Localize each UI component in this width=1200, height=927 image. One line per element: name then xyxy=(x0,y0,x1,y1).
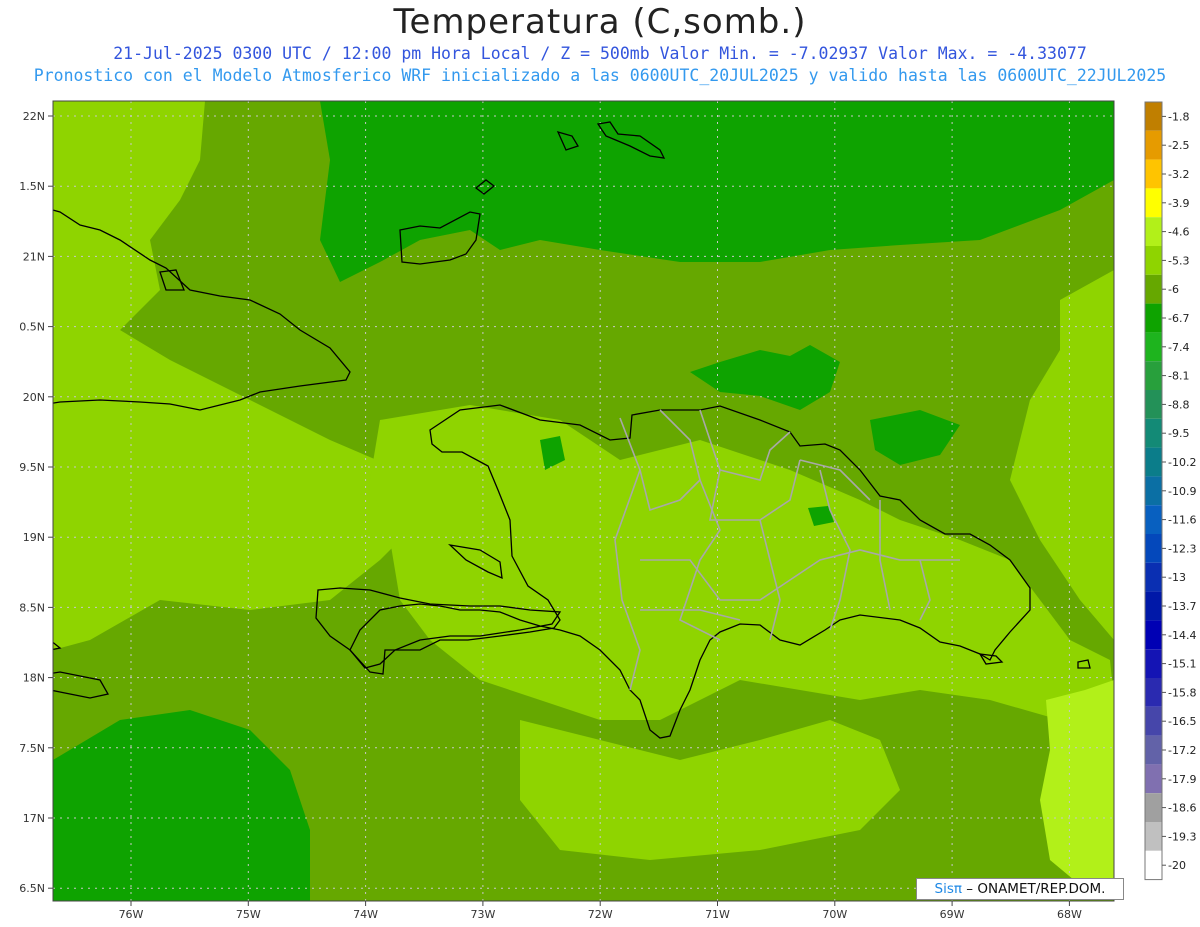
colorbar-label: -17.2 xyxy=(1168,744,1196,757)
lat-tick-label: 1.5N xyxy=(19,180,45,193)
colorbar-label: -17.9 xyxy=(1168,773,1196,786)
credit-text: – ONAMET/REP.DOM. xyxy=(966,881,1106,897)
lat-tick-label: 20N xyxy=(23,391,45,404)
lat-tick-label: 17N xyxy=(23,812,45,825)
lon-tick-label: 69W xyxy=(940,908,965,921)
colorbar-swatch xyxy=(1145,476,1162,506)
lon-tick-label: 76W xyxy=(119,908,144,921)
colorbar-label: -6 xyxy=(1168,283,1179,296)
colorbar-swatch xyxy=(1145,793,1162,822)
lon-tick-label: 68W xyxy=(1057,908,1082,921)
colorbar-swatch xyxy=(1145,217,1162,246)
colorbar-label: -3.9 xyxy=(1168,197,1189,210)
lat-tick-label: 8.5N xyxy=(19,601,45,614)
colorbar-label: -12.3 xyxy=(1168,542,1196,555)
credit-box: Sisπ – ONAMET/REP.DOM. xyxy=(916,878,1124,900)
colorbar-label: -13 xyxy=(1168,571,1186,584)
lon-tick-label: 75W xyxy=(236,908,261,921)
colorbar-swatch xyxy=(1145,361,1162,390)
colorbar-swatch xyxy=(1145,591,1162,621)
lat-tick-label: 7.5N xyxy=(19,742,45,755)
colorbar-label: -5.3 xyxy=(1168,254,1189,267)
colorbar-swatch xyxy=(1145,274,1162,304)
colorbar-label: -20 xyxy=(1168,859,1186,872)
colorbar-swatch xyxy=(1145,534,1162,563)
colorbar-swatch xyxy=(1145,418,1162,448)
colorbar-swatch xyxy=(1145,390,1162,419)
colorbar-swatch xyxy=(1145,649,1162,678)
colorbar-legend: -1.8 -2.5 -3.2 -3.9 -4.6 -5.3 -6 -6.7 -7.4 -8.1 -8… xyxy=(1144,101,1196,881)
colorbar-swatch xyxy=(1145,102,1162,131)
lat-tick-label: 19N xyxy=(23,531,45,544)
colorbar-label: -18.6 xyxy=(1168,802,1196,815)
colorbar-label: -15.1 xyxy=(1168,658,1196,671)
colorbar-label: -6.7 xyxy=(1168,312,1189,325)
lat-tick-label: 9.5N xyxy=(19,461,45,474)
colorbar-swatch xyxy=(1145,850,1162,880)
colorbar-swatch xyxy=(1145,735,1162,765)
colorbar-label: -2.5 xyxy=(1168,139,1189,152)
colorbar-swatch xyxy=(1145,562,1162,592)
lat-tick-label: 0.5N xyxy=(19,321,45,334)
longitude-axis: 76W 75W 74W 73W 72W 71W 70W 69W 68W xyxy=(119,901,1082,921)
colorbar-label: -3.2 xyxy=(1168,168,1189,181)
colorbar-swatch xyxy=(1145,246,1162,275)
colorbar-label: -4.6 xyxy=(1168,226,1189,239)
colorbar-swatch xyxy=(1145,159,1162,189)
lat-tick-label: 22N xyxy=(23,110,45,123)
lat-tick-label: 21N xyxy=(23,250,45,263)
credit-sis: Sisπ xyxy=(934,881,962,897)
colorbar-label: -19.3 xyxy=(1168,830,1196,843)
colorbar-swatch xyxy=(1145,678,1162,707)
colorbar-swatch xyxy=(1145,188,1162,218)
temperature-field xyxy=(53,101,1114,901)
warmest-shade-region xyxy=(1040,680,1114,885)
colorbar-swatch xyxy=(1145,332,1162,362)
colorbar-label: -10.2 xyxy=(1168,456,1196,469)
colorbar-label: -7.4 xyxy=(1168,341,1189,354)
colorbar-swatch xyxy=(1145,447,1162,477)
lon-tick-label: 71W xyxy=(705,908,730,921)
colorbar-label: -16.5 xyxy=(1168,715,1196,728)
lon-tick-label: 73W xyxy=(470,908,495,921)
colorbar-swatch xyxy=(1145,505,1162,534)
lon-tick-label: 72W xyxy=(588,908,613,921)
colorbar-label: -13.7 xyxy=(1168,600,1196,613)
latitude-axis: 22N 1.5N 21N 0.5N 20N 9.5N 19N 8.5N 18N 7.5N 17N 6.… xyxy=(19,110,53,895)
lat-tick-label: 6.5N xyxy=(19,882,45,895)
colorbar-swatch xyxy=(1145,620,1162,650)
colorbar-label: -8.8 xyxy=(1168,398,1189,411)
colorbar-swatch xyxy=(1145,303,1162,333)
colorbar-swatch xyxy=(1145,130,1162,160)
colorbar-label: -10.9 xyxy=(1168,485,1196,498)
colorbar-label: -1.8 xyxy=(1168,110,1189,123)
colorbar-swatch xyxy=(1145,764,1162,794)
lat-tick-label: 18N xyxy=(23,672,45,685)
lon-tick-label: 70W xyxy=(822,908,847,921)
colorbar-label: -15.8 xyxy=(1168,686,1196,699)
colorbar-label: -11.6 xyxy=(1168,514,1196,527)
colorbar-swatch xyxy=(1145,822,1162,851)
lon-tick-label: 74W xyxy=(353,908,378,921)
map-canvas: 22N 1.5N 21N 0.5N 20N 9.5N 19N 8.5N 18N 7.5N 17N 6.… xyxy=(19,100,1196,921)
colorbar-label: -9.5 xyxy=(1168,427,1189,440)
colorbar-swatch xyxy=(1145,706,1162,736)
colorbar-label: -8.1 xyxy=(1168,370,1189,383)
colorbar-label: -14.4 xyxy=(1168,629,1196,642)
